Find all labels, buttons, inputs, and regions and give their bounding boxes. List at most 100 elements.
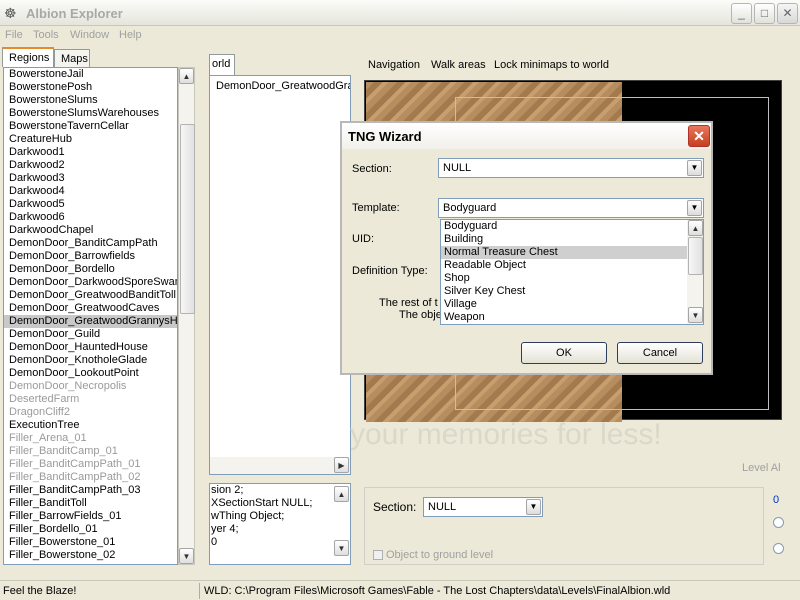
radio-option-2[interactable] [773, 543, 784, 554]
template-option[interactable]: Readable Object [441, 259, 703, 272]
section-combo[interactable]: NULL ▼ [438, 158, 704, 178]
region-list-item[interactable]: DragonCliff2 [4, 406, 177, 419]
status-path: WLD: C:\Program Files\Microsoft Games\Fa… [204, 585, 671, 597]
region-list-item[interactable]: BowerstoneSlumsWarehouses [4, 107, 177, 120]
region-list-item[interactable]: DemonDoor_GreatwoodCaves [4, 302, 177, 315]
dropdown-scrollbar[interactable]: ▲ ▼ [687, 220, 703, 324]
template-option[interactable]: Shop [441, 272, 703, 285]
region-list-item[interactable]: CreatureHub [4, 133, 177, 146]
region-list-item[interactable]: DemonDoor_Guild [4, 328, 177, 341]
region-list-item[interactable]: ExecutionTree [4, 419, 177, 432]
region-list-item[interactable]: DemonDoor_KnotholeGlade [4, 354, 177, 367]
scroll-up-icon[interactable]: ▲ [179, 68, 194, 84]
tree-node[interactable]: DemonDoor_GreatwoodGra [216, 80, 350, 92]
code-line: yer 4; [211, 523, 239, 535]
chevron-down-icon[interactable]: ▼ [526, 499, 541, 515]
status-divider [199, 583, 200, 599]
region-list-item[interactable]: Darkwood3 [4, 172, 177, 185]
region-list-item[interactable]: DesertedFarm [4, 393, 177, 406]
region-list-item[interactable]: Filler_Arena_01 [4, 432, 177, 445]
dialog-title-bar[interactable]: TNG Wizard ✕ [342, 123, 711, 149]
checkbox-icon[interactable] [373, 550, 383, 561]
watermark-text: your memories for less! [350, 418, 662, 451]
region-list-item[interactable]: Filler_BarrowFields_01 [4, 510, 177, 523]
region-list-item[interactable]: Darkwood6 [4, 211, 177, 224]
region-list-item[interactable]: Darkwood4 [4, 185, 177, 198]
region-list-item[interactable]: DemonDoor_DarkwoodSporeSwam [4, 276, 177, 289]
menu-window[interactable]: Window [65, 28, 114, 42]
template-option[interactable]: Weapon [441, 311, 703, 324]
region-list-item[interactable]: Filler_BanditCampPath_02 [4, 471, 177, 484]
region-list-item[interactable]: DemonDoor_LookoutPoint [4, 367, 177, 380]
chevron-down-icon[interactable]: ▼ [687, 160, 702, 176]
region-list-item[interactable]: Filler_Bowerstone_01 [4, 536, 177, 549]
region-list-item[interactable]: Filler_BanditCampPath_01 [4, 458, 177, 471]
region-list-scrollbar[interactable]: ▲ ▼ [178, 67, 195, 565]
ok-button[interactable]: OK [521, 342, 607, 364]
scroll-thumb[interactable] [180, 124, 195, 314]
maximize-button[interactable]: □ [754, 3, 775, 24]
menu-help[interactable]: Help [114, 28, 147, 42]
region-list-item[interactable]: Filler_Bordello_01 [4, 523, 177, 536]
tree-hscrollbar[interactable]: ▶ [210, 457, 350, 474]
region-list-item[interactable]: Darkwood1 [4, 146, 177, 159]
tab-maps[interactable]: Maps [54, 49, 90, 67]
title-bar[interactable]: ☸ Albion Explorer _ □ ✕ [0, 0, 800, 26]
scroll-down-icon[interactable]: ▼ [179, 548, 194, 564]
template-option[interactable]: Building [441, 233, 703, 246]
template-option[interactable]: Village [441, 298, 703, 311]
template-option[interactable]: Normal Treasure Chest [441, 246, 703, 259]
region-list-item[interactable]: BowerstonePosh [4, 81, 177, 94]
cancel-button[interactable]: Cancel [617, 342, 703, 364]
scroll-down-icon[interactable]: ▼ [688, 307, 703, 323]
world-tree[interactable]: DemonDoor_GreatwoodGra [209, 75, 351, 475]
region-list-item[interactable]: BowerstoneTavernCellar [4, 120, 177, 133]
nav-lock-minimaps[interactable]: Lock minimaps to world [494, 59, 609, 71]
region-list-item[interactable]: DemonDoor_Barrowfields [4, 250, 177, 263]
uid-label: UID: [352, 233, 374, 245]
region-list-item[interactable]: BowerstoneSlums [4, 94, 177, 107]
section-label: Section: [373, 500, 417, 514]
template-option[interactable]: Bodyguard [441, 220, 703, 233]
region-list-item[interactable]: Filler_BanditCamp_01 [4, 445, 177, 458]
close-button[interactable]: ✕ [777, 3, 798, 24]
menu-tools[interactable]: Tools [28, 28, 64, 42]
region-list-item[interactable]: DemonDoor_HauntedHouse [4, 341, 177, 354]
app-icon: ☸ [4, 5, 17, 21]
template-combo[interactable]: Bodyguard ▼ [438, 198, 704, 218]
region-list-item[interactable]: DarkwoodChapel [4, 224, 177, 237]
code-view[interactable]: sion 2; XSectionStart NULL; wThing Objec… [209, 483, 351, 565]
region-list-item[interactable]: DemonDoor_BanditCampPath [4, 237, 177, 250]
dialog-close-button[interactable]: ✕ [688, 125, 710, 147]
tab-regions[interactable]: Regions [2, 47, 54, 67]
template-dropdown-list[interactable]: Bodyguard Building Normal Treasure Chest Re… [440, 219, 704, 325]
nav-walk-areas[interactable]: Walk areas [431, 59, 486, 71]
region-list-item[interactable]: DemonDoor_Bordello [4, 263, 177, 276]
radio-option-1[interactable] [773, 517, 784, 528]
nav-navigation[interactable]: Navigation [368, 59, 420, 71]
region-list-item[interactable]: Filler_BanditToll [4, 497, 177, 510]
region-list-item[interactable]: DemonDoor_GreatwoodBanditToll [4, 289, 177, 302]
section-select[interactable]: NULL ▼ [423, 497, 543, 517]
region-list[interactable]: BowerstoneJail BowerstonePosh BowerstoneSl… [3, 67, 178, 565]
note-line-2: The obje [399, 309, 442, 321]
region-list-item[interactable]: Filler_BanditCampPath_03 [4, 484, 177, 497]
region-list-item[interactable]: DemonDoor_GreatwoodGrannysHo [4, 315, 177, 328]
scroll-up-icon[interactable]: ▲ [334, 486, 349, 502]
region-list-item[interactable]: BowerstoneJail [4, 68, 177, 81]
scroll-thumb[interactable] [688, 237, 703, 275]
region-list-item[interactable]: Darkwood2 [4, 159, 177, 172]
template-option[interactable]: Silver Key Chest [441, 285, 703, 298]
scroll-down-icon[interactable]: ▼ [334, 540, 349, 556]
region-list-item[interactable]: Filler_Bowerstone_02 [4, 549, 177, 562]
minimize-button[interactable]: _ [731, 3, 752, 24]
scroll-right-icon[interactable]: ▶ [334, 457, 349, 473]
region-list-item[interactable]: Darkwood5 [4, 198, 177, 211]
menu-file[interactable]: File [0, 28, 28, 42]
region-list-item[interactable]: DemonDoor_Necropolis [4, 380, 177, 393]
ground-level-label: Object to ground level [386, 549, 494, 561]
tab-world[interactable]: orld [209, 54, 235, 76]
chevron-down-icon[interactable]: ▼ [687, 200, 702, 216]
scroll-up-icon[interactable]: ▲ [688, 220, 703, 236]
ground-level-checkbox[interactable]: Object to ground level [373, 549, 493, 561]
